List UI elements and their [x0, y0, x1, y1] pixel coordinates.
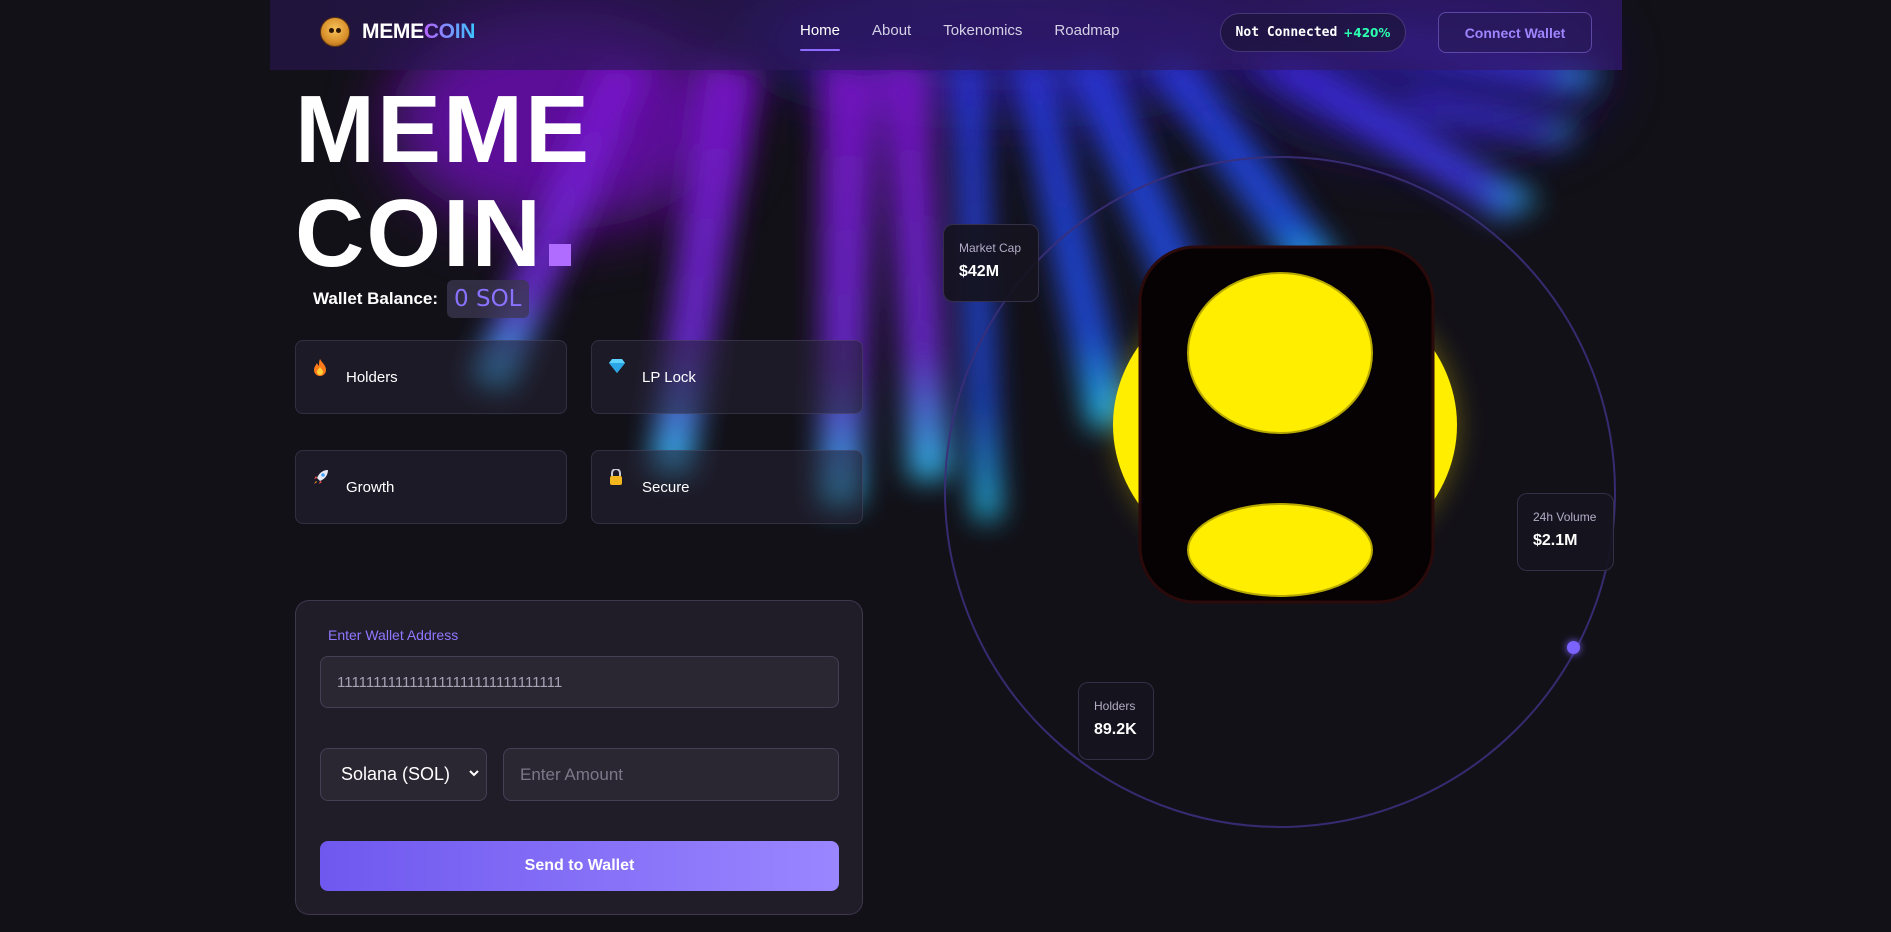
nav-link-about[interactable]: About — [872, 22, 911, 51]
token-select[interactable]: Solana (SOL) — [320, 748, 487, 801]
wallet-balance-label: Wallet Balance: — [313, 289, 439, 308]
wallet-balance: Wallet Balance: 0 SOL — [313, 280, 529, 318]
wallet-balance-value: 0 SOL — [447, 280, 529, 318]
dog-mascot-icon — [320, 17, 350, 47]
token-select-value: Solana (SOL) — [341, 764, 451, 784]
hero-title-line2: COIN — [295, 182, 591, 286]
feature-label: LP Lock — [642, 368, 696, 386]
feature-label: Growth — [346, 478, 395, 496]
diamond-icon — [609, 359, 625, 376]
logo-text: MEMECOIN — [362, 20, 475, 44]
feature-label: Holders — [346, 368, 398, 386]
feature-label: Secure — [642, 478, 690, 496]
stat-card-24h-volume: 24h Volume $2.1M — [1517, 493, 1614, 571]
connection-status-badge: Not Connected +420% — [1220, 13, 1406, 52]
top-navbar: MEMECOIN Home About Tokenomics Roadmap N… — [270, 0, 1622, 70]
feature-card-secure: Secure — [591, 450, 863, 524]
logo[interactable]: MEMECOIN — [320, 17, 475, 47]
nav-link-home[interactable]: Home — [800, 22, 841, 51]
nav-links: Home About Tokenomics Roadmap — [800, 22, 1119, 51]
hero-title: MEME COIN — [295, 78, 591, 286]
amount-input[interactable]: Enter Amount — [503, 748, 839, 801]
send-to-wallet-button[interactable]: Send to Wallet — [320, 841, 839, 891]
hero-title-line1: MEME — [295, 76, 591, 183]
feature-card-growth: Growth — [295, 450, 567, 524]
hero-accent-square — [549, 244, 571, 266]
nav-link-roadmap[interactable]: Roadmap — [1054, 22, 1119, 51]
stat-card-market-cap: Market Cap $42M — [943, 224, 1039, 302]
stat-value: $2.1M — [1533, 532, 1578, 549]
logo-text-meme: MEME — [362, 20, 424, 43]
stat-value: 89.2K — [1094, 721, 1137, 738]
feature-card-holders: Holders — [295, 340, 567, 414]
fire-icon — [313, 359, 327, 380]
stat-value: $42M — [959, 263, 1000, 280]
lock-icon — [609, 468, 623, 488]
stat-label: Market Cap — [959, 241, 1022, 255]
logo-text-coin: COIN — [423, 20, 476, 43]
background-rays — [390, 0, 1616, 828]
send-form-card: Enter Wallet Address 1111111111111111111… — [295, 600, 863, 915]
connect-wallet-button[interactable]: Connect Wallet — [1438, 12, 1592, 53]
wallet-address-label: Enter Wallet Address — [328, 627, 459, 643]
orbit-dot — [1567, 641, 1580, 654]
price-change-value: +420% — [1343, 25, 1391, 40]
chevron-down-icon — [468, 766, 480, 782]
wallet-address-input[interactable]: 1111111111111111111111111111111 — [320, 656, 839, 708]
nav-link-tokenomics[interactable]: Tokenomics — [943, 22, 1022, 51]
connection-status-label: Not Connected — [1235, 25, 1338, 40]
rocket-icon — [313, 469, 329, 488]
feature-card-lp-lock: LP Lock — [591, 340, 863, 414]
hero-title-coin: COIN — [295, 180, 543, 287]
stat-label: 24h Volume — [1533, 510, 1597, 524]
stat-label: Holders — [1094, 699, 1136, 713]
stat-card-holders: Holders 89.2K — [1078, 682, 1154, 760]
